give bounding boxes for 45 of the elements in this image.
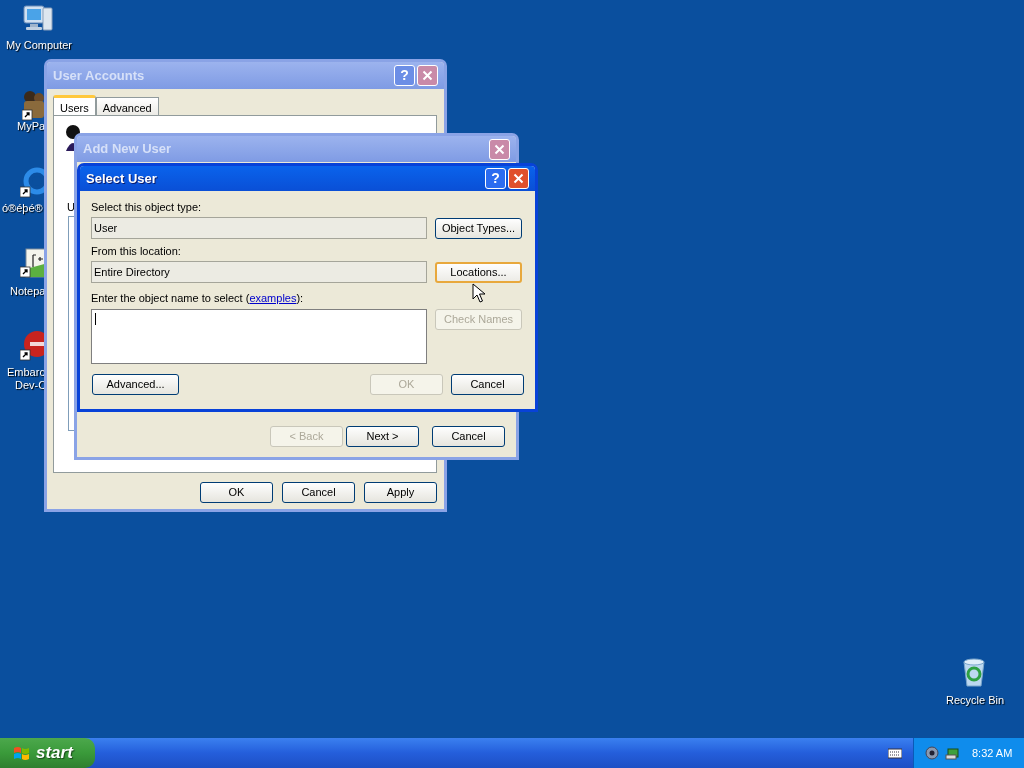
- dialog-button[interactable]: OK: [200, 482, 273, 503]
- name-input-field[interactable]: [91, 309, 427, 364]
- tab[interactable]: Advanced: [95, 97, 159, 115]
- dialog-button[interactable]: Cancel: [432, 426, 505, 447]
- text-field[interactable]: User: [91, 217, 427, 239]
- desktop-icon-label[interactable]: Dev-C: [15, 379, 47, 392]
- text-field[interactable]: Entire Directory: [91, 261, 427, 283]
- dialog-button[interactable]: Advanced...: [92, 374, 179, 395]
- clock: 8:32 AM: [972, 745, 1013, 761]
- desktop-icon-label[interactable]: Notepa: [10, 285, 46, 298]
- desktop-icon-label[interactable]: Recycle Bin: [946, 694, 1005, 707]
- pointer-icon: [472, 283, 486, 303]
- speaker-icon: [924, 745, 940, 761]
- field-label: From this location:: [91, 245, 181, 258]
- dialog-button[interactable]: Apply: [364, 482, 437, 503]
- window-title: User Accounts: [53, 66, 146, 85]
- desktop-icon-label[interactable]: ó®éþé®: [2, 202, 43, 215]
- keyboard-icon: [888, 747, 902, 759]
- close-button[interactable]: [508, 168, 529, 189]
- dialog-button[interactable]: Cancel: [282, 482, 355, 503]
- dialog-button[interactable]: Locations...: [435, 261, 522, 283]
- dialog-button[interactable]: Next >: [346, 426, 419, 447]
- help-button[interactable]: ?: [485, 168, 506, 189]
- network-icon: [944, 745, 960, 761]
- close-button[interactable]: [417, 65, 438, 86]
- text-fragment: U: [67, 200, 75, 215]
- field-label: Enter the object name to select (examples):: [91, 292, 304, 305]
- close-button[interactable]: [489, 138, 510, 160]
- app-icon: [22, 90, 44, 121]
- dialog-button[interactable]: Object Types...: [435, 217, 522, 239]
- dialog-button[interactable]: Cancel: [451, 374, 524, 395]
- tab[interactable]: Users: [53, 95, 96, 115]
- close-icon: [494, 143, 505, 155]
- windows-logo-icon: [12, 744, 30, 762]
- desktop-icon-label[interactable]: Embarc: [7, 366, 45, 379]
- window-title: Add New User: [83, 140, 173, 159]
- close-icon: [513, 173, 524, 184]
- computer-icon: [22, 2, 56, 33]
- window-title: Select User: [86, 169, 158, 188]
- field-label: Select this object type:: [91, 201, 202, 214]
- close-icon: [422, 70, 433, 81]
- desktop-icon-label[interactable]: MyPa: [17, 120, 46, 133]
- examples-link[interactable]: examples: [249, 292, 297, 304]
- start-button[interactable]: start: [0, 738, 95, 768]
- desktop-icon-label[interactable]: My Computer: [6, 39, 73, 52]
